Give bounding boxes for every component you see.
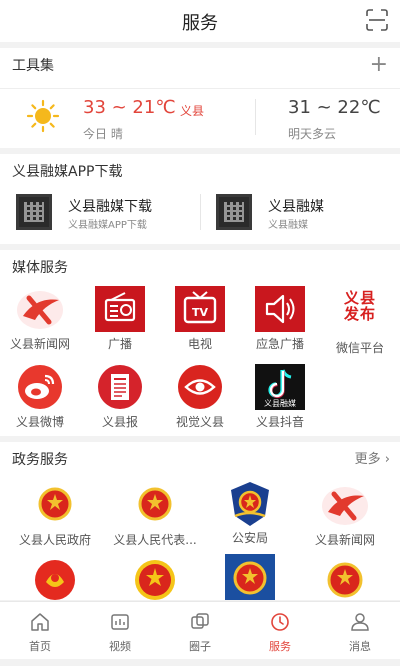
media-item-weibo[interactable]: 义县微博 — [0, 364, 80, 430]
plus-icon[interactable]: + — [370, 54, 388, 76]
national-emblem-icon — [225, 554, 275, 600]
today-temperature: 33 ~ 21℃ — [83, 97, 176, 118]
app-divider — [200, 194, 201, 230]
media-item-douyin[interactable]: 义县融媒 义县抖音 — [240, 364, 320, 430]
tab-label: 视频 — [109, 640, 131, 653]
app-subtitle: 义县融媒APP下载 — [68, 220, 147, 231]
tab-video[interactable]: 视频 — [80, 602, 160, 660]
media-item-wechat[interactable]: 义县发布 微信平台 — [320, 286, 400, 356]
tab-service[interactable]: 服务 — [240, 602, 320, 660]
media-item-label: 应急广播 — [255, 337, 304, 351]
media-item-emergency-broadcast[interactable]: 应急广播 — [240, 286, 320, 352]
home-icon — [31, 613, 49, 631]
weibo-icon — [15, 364, 65, 410]
tools-title: 工具集 — [12, 58, 54, 74]
scan-icon[interactable] — [365, 8, 389, 32]
media-item-label: 义县报 — [101, 415, 138, 429]
gov-item-emblem-3[interactable] — [205, 554, 295, 600]
app-download-title: 义县融媒APP下载 — [12, 164, 123, 180]
tab-circle[interactable]: 圈子 — [160, 602, 240, 660]
today-condition: 今日 晴 — [83, 127, 123, 141]
tomorrow-temperature: 31 ~ 22℃ — [288, 97, 381, 118]
media-item-news[interactable]: 义县新闻网 — [0, 286, 80, 352]
gov-services-title: 政务服务 — [12, 452, 68, 468]
qr-code-icon — [16, 194, 52, 230]
yixian-news-logo-icon — [320, 482, 370, 528]
gov-item-label: 义县新闻网 — [314, 533, 375, 547]
tomorrow-condition: 明天多云 — [288, 127, 337, 141]
svg-text:TV: TV — [192, 306, 209, 319]
gov-item-government[interactable]: 义县人民政府 — [5, 482, 105, 548]
app-card-yixian[interactable]: 义县融媒 义县融媒 — [216, 194, 386, 234]
page-title: 服务 — [182, 13, 218, 34]
national-emblem-icon — [320, 556, 370, 602]
media-services-section: 媒体服务 义县新闻网 广播 TV 电视 应急广播 义县发布 微信平台 义县微博 … — [0, 250, 400, 436]
douyin-logo-text: 义县融媒 — [264, 399, 296, 408]
bottom-tab-bar: 首页 视频 圈子 服务 消息 — [0, 601, 400, 659]
app-download-section: 义县融媒APP下载 义县融媒下载 义县融媒APP下载 义县融媒 义县融媒 — [0, 154, 400, 244]
gov-services-section: 政务服务 更多 › 义县人民政府 义县人民代表... 公安局 义县新闻网 — [0, 442, 400, 600]
service-icon — [271, 613, 289, 631]
media-item-label: 广播 — [107, 337, 132, 351]
yixian-news-logo-icon — [15, 286, 65, 332]
national-emblem-icon — [30, 482, 80, 528]
media-item-visual[interactable]: 视觉义县 — [160, 364, 240, 430]
police-badge-icon — [225, 480, 275, 526]
message-icon — [351, 613, 369, 631]
gov-services-header: 政务服务 更多 › — [0, 442, 400, 478]
weather-widget[interactable]: 33 ~ 21℃ 义县 今日 晴 31 ~ 22℃ 明天多云 — [0, 88, 400, 144]
gov-item-news[interactable]: 义县新闻网 — [295, 482, 395, 548]
wechat-logo-text: 义县发布 — [343, 289, 376, 323]
media-item-label: 微信平台 — [335, 341, 384, 355]
gov-item-emblem-4[interactable] — [295, 556, 395, 602]
eye-icon — [175, 364, 225, 410]
tools-section: 工具集 + 33 ~ 21℃ 义县 今日 晴 31 ~ 22℃ 明天多云 — [0, 48, 400, 148]
gov-item-label: 公安局 — [231, 531, 268, 545]
douyin-icon: 义县融媒 — [255, 364, 305, 410]
tab-message[interactable]: 消息 — [320, 602, 400, 660]
media-item-label: 义县新闻网 — [9, 337, 70, 351]
media-item-label: 义县微博 — [15, 415, 64, 429]
weather-divider — [255, 99, 256, 135]
media-item-label: 电视 — [187, 337, 212, 351]
media-item-newspaper[interactable]: 义县报 — [80, 364, 160, 430]
app-name: 义县融媒下载 — [68, 199, 152, 215]
video-icon — [111, 614, 129, 630]
national-emblem-icon — [130, 482, 180, 528]
gov-item-congress[interactable]: 义县人民代表... — [105, 482, 205, 548]
tab-label: 圈子 — [189, 640, 211, 653]
more-link[interactable]: 更多 › — [355, 442, 390, 478]
app-name: 义县融媒 — [268, 199, 324, 215]
media-item-label: 义县抖音 — [255, 415, 304, 429]
sun-icon — [26, 99, 60, 133]
gov-item-youth-league[interactable] — [105, 556, 205, 602]
gov-item-label: 义县人民政府 — [18, 533, 91, 547]
gov-item-womens-federation[interactable] — [5, 556, 105, 602]
radio-icon — [95, 286, 145, 332]
newspaper-icon — [95, 364, 145, 410]
womens-federation-icon — [30, 556, 80, 602]
weather-county: 义县 — [180, 104, 205, 118]
media-services-title: 媒体服务 — [12, 260, 68, 276]
app-subtitle: 义县融媒 — [268, 220, 308, 231]
yixian-fabu-logo-icon: 义县发布 — [335, 290, 385, 336]
gov-item-label: 义县人民代表... — [113, 533, 197, 547]
circle-icon — [191, 613, 209, 629]
speaker-icon — [255, 286, 305, 332]
tab-label: 服务 — [269, 640, 291, 653]
youth-league-icon — [130, 556, 180, 602]
media-item-tv[interactable]: TV 电视 — [160, 286, 240, 352]
app-card-download[interactable]: 义县融媒下载 义县融媒APP下载 — [16, 194, 186, 234]
media-item-label: 视觉义县 — [175, 415, 224, 429]
qr-code-icon — [216, 194, 252, 230]
top-bar: 服务 — [0, 0, 400, 42]
media-item-radio[interactable]: 广播 — [80, 286, 160, 352]
tv-icon: TV — [175, 286, 225, 332]
tab-label: 消息 — [349, 640, 371, 653]
tab-home[interactable]: 首页 — [0, 602, 80, 660]
chevron-right-icon: › — [384, 452, 390, 467]
tab-label: 首页 — [29, 640, 51, 653]
gov-item-police[interactable]: 公安局 — [205, 480, 295, 546]
